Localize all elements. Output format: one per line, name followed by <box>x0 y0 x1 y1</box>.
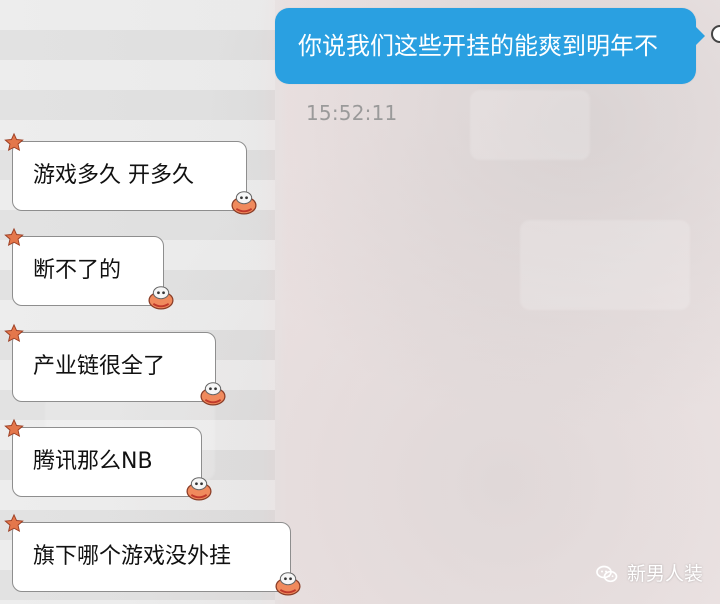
mascot-icon <box>231 191 257 215</box>
mascot-icon <box>275 572 301 596</box>
incoming-message-bubble[interactable]: 断不了的 <box>4 227 174 310</box>
incoming-message-bubble[interactable]: 产业链很全了 <box>4 323 226 406</box>
wechat-icon <box>596 565 618 583</box>
incoming-message-text: 游戏多久 开多久 <box>33 163 194 188</box>
star-icon <box>4 132 24 152</box>
star-icon <box>4 418 24 438</box>
incoming-message-text: 腾讯那么NB <box>33 449 153 474</box>
incoming-message-text: 产业链很全了 <box>33 354 166 379</box>
star-icon <box>4 323 24 343</box>
star-icon <box>4 227 24 247</box>
outgoing-message-text: 你说我们这些开挂的能爽到明年不 <box>298 32 658 60</box>
incoming-message-bubble[interactable]: 游戏多久 开多久 <box>4 132 257 215</box>
incoming-message-bubble[interactable]: 腾讯那么NB <box>4 418 212 501</box>
star-icon <box>4 513 24 533</box>
incoming-message-bubble[interactable]: 旗下哪个游戏没外挂 <box>4 513 301 596</box>
background-shape <box>470 90 590 160</box>
watermark-text: 新男人装 <box>627 563 704 585</box>
mascot-icon <box>200 382 226 406</box>
incoming-message-text: 旗下哪个游戏没外挂 <box>33 544 232 569</box>
incoming-message-text: 断不了的 <box>33 258 122 283</box>
mascot-icon <box>186 477 212 501</box>
background-shape <box>520 220 690 310</box>
mascot-icon <box>148 286 174 310</box>
watermark: 新男人装 <box>595 561 703 587</box>
message-timestamp: 15:52:11 <box>306 101 398 125</box>
outgoing-message-bubble[interactable]: 你说我们这些开挂的能爽到明年不 <box>275 8 705 84</box>
